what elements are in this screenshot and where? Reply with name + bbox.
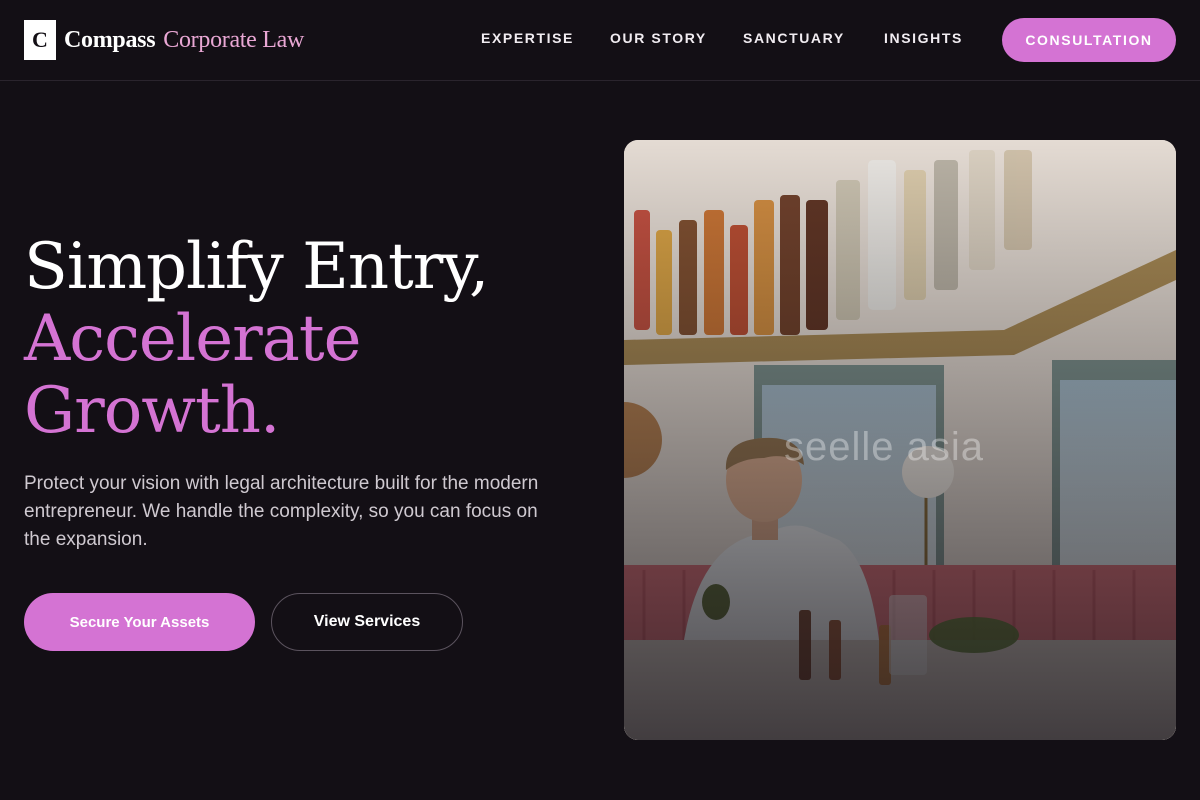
nav-link-insights[interactable]: INSIGHTS: [884, 30, 963, 46]
secure-assets-button[interactable]: Secure Your Assets: [24, 593, 255, 651]
hero-title: Simplify Entry, Accelerate Growth.: [24, 231, 584, 447]
top-navigation: C Compass Corporate Law EXPERTISE OUR ST…: [0, 0, 1200, 81]
brand-name: Compass: [64, 26, 156, 53]
image-watermark: seelle asia: [784, 425, 985, 469]
nav-link-sanctuary[interactable]: SANCTUARY: [743, 30, 845, 46]
hero-title-line-1: Simplify Entry,: [24, 230, 489, 304]
brand-subtitle: Corporate Law: [163, 26, 304, 53]
consultation-button[interactable]: CONSULTATION: [1002, 18, 1176, 62]
nav-link-our-story[interactable]: OUR STORY: [610, 30, 707, 46]
logo-mark-icon: C: [24, 20, 56, 60]
hero-title-line-3: Growth.: [24, 374, 280, 448]
hero-photo: seelle asia: [624, 140, 1176, 740]
hero-description: Protect your vision with legal architect…: [24, 473, 539, 550]
nav-link-expertise[interactable]: EXPERTISE: [481, 30, 574, 46]
view-services-button[interactable]: View Services: [271, 593, 463, 651]
hero-title-line-2: Accelerate: [24, 302, 361, 376]
brand-logo[interactable]: C Compass Corporate Law: [24, 20, 304, 60]
